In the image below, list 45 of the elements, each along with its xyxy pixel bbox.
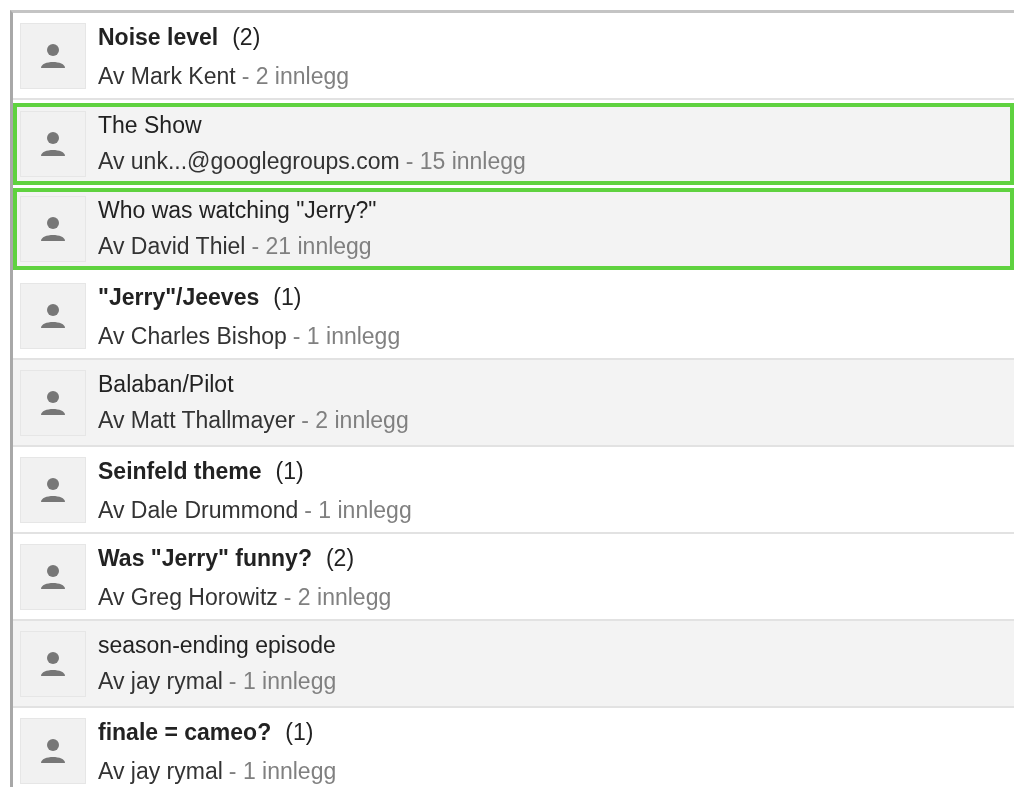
author-name: Av Dale Drummond	[98, 496, 299, 525]
person-icon	[40, 650, 66, 677]
reply-count: (2)	[232, 23, 261, 53]
post-count: - 1 innlegg	[292, 322, 401, 351]
post-count: - 21 innlegg	[251, 233, 372, 261]
thread-title[interactable]: "Jerry"/Jeeves	[98, 284, 260, 313]
thread-title[interactable]: Who was watching "Jerry?"	[98, 197, 377, 225]
reply-count: (1)	[285, 718, 314, 748]
thread-row[interactable]: The Show Av unk...@googlegroups.com - 15 innlegg	[13, 103, 1014, 185]
post-count: - 1 innlegg	[228, 757, 337, 786]
author-name: Av unk...@googlegroups.com	[98, 148, 400, 176]
thread-row[interactable]: Balaban/Pilot Av Matt Thallmayer - 2 innlegg	[13, 360, 1014, 447]
person-icon	[40, 389, 66, 416]
thread-title[interactable]: Was "Jerry" funny?	[98, 545, 312, 574]
thread-row[interactable]: Who was watching "Jerry?" Av David Thiel - 21 innlegg	[13, 188, 1014, 270]
author-name: Av David Thiel	[98, 233, 246, 261]
person-icon	[40, 131, 66, 157]
author-name: Av Charles Bishop	[98, 322, 287, 351]
post-count: - 1 innlegg	[304, 496, 412, 525]
author-name: Av Matt Thallmayer	[98, 406, 296, 435]
post-count: - 2 innlegg	[301, 406, 409, 435]
reply-count: (1)	[273, 283, 302, 313]
post-count: - 1 innlegg	[228, 667, 337, 696]
author-name: Av Greg Horowitz	[98, 583, 278, 612]
author-name: Av jay rymal	[98, 667, 223, 696]
author-name: Av Mark Kent	[98, 62, 236, 91]
thread-title[interactable]: finale = cameo?	[98, 719, 272, 748]
person-icon	[40, 302, 66, 329]
author-name: Av jay rymal	[98, 757, 223, 786]
post-count: - 2 innlegg	[241, 62, 350, 91]
person-icon	[40, 42, 66, 69]
person-icon	[40, 737, 66, 764]
reply-count: (1)	[275, 457, 304, 487]
thread-title[interactable]: Seinfeld theme	[98, 458, 262, 487]
thread-title[interactable]: Noise level	[98, 24, 219, 53]
person-icon	[40, 476, 66, 503]
thread-row[interactable]: season-ending episode Av jay rymal - 1 innlegg	[13, 621, 1014, 708]
person-icon	[40, 563, 66, 590]
post-count: - 15 innlegg	[405, 148, 526, 176]
person-icon	[40, 216, 66, 242]
post-count: - 2 innlegg	[283, 583, 392, 612]
thread-title[interactable]: Balaban/Pilot	[98, 370, 234, 399]
thread-title[interactable]: The Show	[98, 112, 202, 140]
reply-count: (2)	[325, 544, 355, 574]
thread-title[interactable]: season-ending episode	[98, 631, 336, 660]
